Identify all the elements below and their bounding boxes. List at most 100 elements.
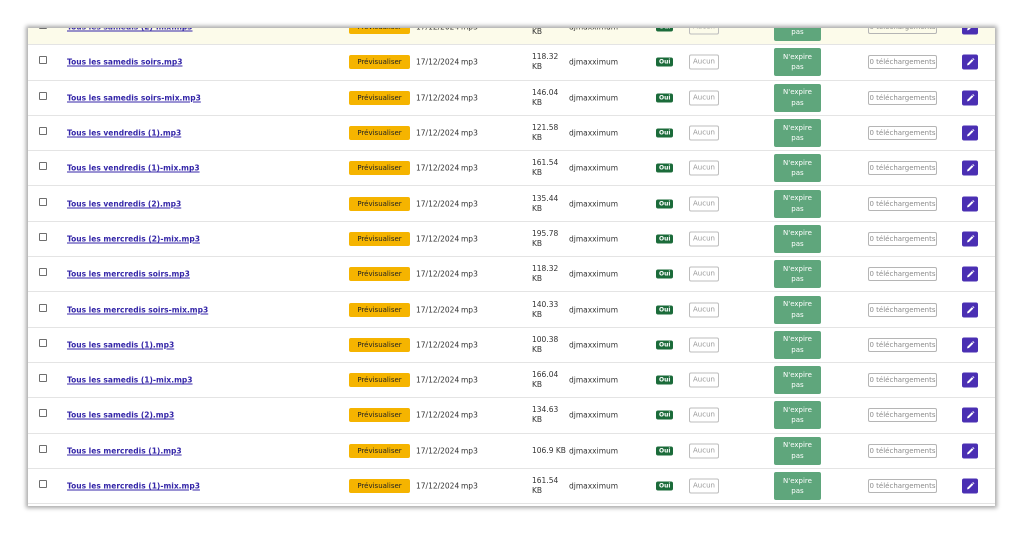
- edit-button[interactable]: [962, 231, 978, 247]
- preview-button[interactable]: Prévisualiser: [349, 302, 410, 317]
- edit-button[interactable]: [962, 28, 978, 35]
- password-button[interactable]: Aucun: [689, 478, 719, 494]
- file-name-link[interactable]: Tous les mercredis (1)-mix.mp3: [67, 482, 200, 491]
- password-button[interactable]: Aucun: [689, 266, 719, 282]
- expiry-button[interactable]: N'expire pas: [774, 28, 821, 42]
- row-checkbox[interactable]: [39, 162, 47, 171]
- downloads-button[interactable]: 0 téléchargements: [868, 373, 937, 388]
- downloads-button[interactable]: 0 téléchargements: [868, 196, 937, 211]
- password-button[interactable]: Aucun: [689, 196, 719, 212]
- row-checkbox[interactable]: [39, 268, 47, 277]
- row-checkbox[interactable]: [39, 197, 47, 206]
- row-checkbox[interactable]: [39, 127, 47, 136]
- edit-button[interactable]: [962, 443, 978, 459]
- preview-button[interactable]: Prévisualiser: [349, 267, 410, 282]
- downloads-button[interactable]: 0 téléchargements: [868, 90, 937, 105]
- preview-button[interactable]: Prévisualiser: [349, 337, 410, 352]
- file-name-link[interactable]: Tous les mercredis soirs.mp3: [67, 270, 190, 279]
- row-checkbox[interactable]: [39, 409, 47, 418]
- row-checkbox[interactable]: [39, 374, 47, 383]
- password-button[interactable]: Aucun: [689, 28, 719, 35]
- edit-button[interactable]: [962, 372, 978, 388]
- expiry-button[interactable]: N'expire pas: [774, 48, 821, 77]
- edit-button[interactable]: [962, 125, 978, 141]
- expiry-button[interactable]: N'expire pas: [774, 154, 821, 183]
- preview-button[interactable]: Prévisualiser: [349, 90, 410, 105]
- password-button[interactable]: Aucun: [689, 90, 719, 106]
- file-name-link[interactable]: Tous les samedis (2).mp3: [67, 411, 174, 420]
- file-name-link[interactable]: Tous les samedis (1)-mix.mp3: [67, 376, 193, 385]
- file-name-link[interactable]: Tous les samedis soirs.mp3: [67, 58, 182, 67]
- file-owner: djmaxximum: [569, 446, 619, 456]
- downloads-button[interactable]: 0 téléchargements: [868, 267, 937, 282]
- row-checkbox[interactable]: [39, 91, 47, 100]
- row-checkbox[interactable]: [39, 338, 47, 347]
- expiry-button[interactable]: N'expire pas: [774, 401, 821, 430]
- password-button[interactable]: Aucun: [689, 372, 719, 388]
- file-name-link[interactable]: Tous les vendredis (1).mp3: [67, 129, 181, 138]
- expiry-button[interactable]: N'expire pas: [774, 189, 821, 218]
- downloads-button[interactable]: 0 téléchargements: [868, 408, 937, 423]
- preview-button[interactable]: Prévisualiser: [349, 479, 410, 493]
- downloads-button[interactable]: 0 téléchargements: [868, 28, 937, 35]
- preview-button[interactable]: Prévisualiser: [349, 161, 410, 176]
- edit-button[interactable]: [962, 337, 978, 353]
- expiry-button[interactable]: N'expire pas: [774, 366, 821, 395]
- expiry-button[interactable]: N'expire pas: [774, 472, 821, 500]
- downloads-button[interactable]: 0 téléchargements: [868, 302, 937, 317]
- downloads-button[interactable]: 0 téléchargements: [868, 126, 937, 141]
- preview-button[interactable]: Prévisualiser: [349, 443, 410, 458]
- expiry-button[interactable]: N'expire pas: [774, 119, 821, 148]
- file-name-link[interactable]: Tous les mercredis soirs-mix.mp3: [67, 305, 208, 314]
- row-checkbox[interactable]: [39, 444, 47, 453]
- edit-button[interactable]: [962, 478, 978, 494]
- preview-button[interactable]: Prévisualiser: [349, 28, 410, 35]
- preview-button[interactable]: Prévisualiser: [349, 373, 410, 388]
- downloads-button[interactable]: 0 téléchargements: [868, 161, 937, 176]
- row-checkbox[interactable]: [39, 480, 47, 488]
- edit-button[interactable]: [962, 302, 978, 318]
- preview-button[interactable]: Prévisualiser: [349, 126, 410, 141]
- expiry-button[interactable]: N'expire pas: [774, 295, 821, 324]
- file-name-link[interactable]: Tous les samedis soirs-mix.mp3: [67, 93, 201, 102]
- downloads-button[interactable]: 0 téléchargements: [868, 55, 937, 70]
- expiry-button[interactable]: N'expire pas: [774, 330, 821, 359]
- row-checkbox[interactable]: [39, 303, 47, 312]
- preview-button[interactable]: Prévisualiser: [349, 408, 410, 423]
- row-checkbox[interactable]: [39, 232, 47, 241]
- expiry-button[interactable]: N'expire pas: [774, 224, 821, 253]
- edit-button[interactable]: [962, 90, 978, 106]
- row-checkbox[interactable]: [39, 56, 47, 65]
- file-name-link[interactable]: Tous les vendredis (1)-mix.mp3: [67, 164, 200, 173]
- preview-button[interactable]: Prévisualiser: [349, 196, 410, 211]
- password-button[interactable]: Aucun: [689, 54, 719, 70]
- preview-button[interactable]: Prévisualiser: [349, 55, 410, 70]
- password-button[interactable]: Aucun: [689, 407, 719, 423]
- edit-button[interactable]: [962, 266, 978, 282]
- expiry-button[interactable]: N'expire pas: [774, 260, 821, 289]
- file-name-link[interactable]: Tous les mercredis (2)-mix.mp3: [67, 234, 200, 243]
- edit-button[interactable]: [962, 160, 978, 176]
- file-name-link[interactable]: Tous les samedis (2)-mix.mp3: [67, 28, 193, 32]
- edit-button[interactable]: [962, 407, 978, 423]
- file-type: mp3: [461, 128, 478, 138]
- file-name-link[interactable]: Tous les vendredis (2).mp3: [67, 199, 181, 208]
- edit-button[interactable]: [962, 196, 978, 212]
- file-name-link[interactable]: Tous les samedis (1).mp3: [67, 340, 174, 349]
- downloads-button[interactable]: 0 téléchargements: [868, 443, 937, 458]
- password-button[interactable]: Aucun: [689, 160, 719, 176]
- password-button[interactable]: Aucun: [689, 231, 719, 247]
- downloads-button[interactable]: 0 téléchargements: [868, 231, 937, 246]
- row-checkbox[interactable]: [39, 28, 47, 30]
- preview-button[interactable]: Prévisualiser: [349, 231, 410, 246]
- expiry-button[interactable]: N'expire pas: [774, 83, 821, 112]
- password-button[interactable]: Aucun: [689, 125, 719, 141]
- password-button[interactable]: Aucun: [689, 337, 719, 353]
- file-name-link[interactable]: Tous les mercredis (1).mp3: [67, 446, 182, 455]
- edit-button[interactable]: [962, 54, 978, 70]
- password-button[interactable]: Aucun: [689, 443, 719, 459]
- expiry-button[interactable]: N'expire pas: [774, 436, 821, 465]
- password-button[interactable]: Aucun: [689, 302, 719, 318]
- downloads-button[interactable]: 0 téléchargements: [868, 337, 937, 352]
- downloads-button[interactable]: 0 téléchargements: [868, 479, 937, 493]
